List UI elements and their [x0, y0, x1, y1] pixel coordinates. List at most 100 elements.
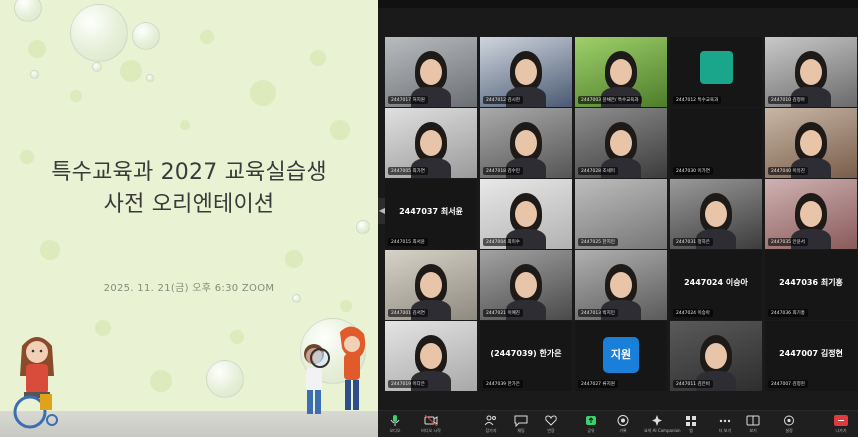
- decor-dot: [285, 250, 303, 268]
- participant-face: [610, 272, 632, 298]
- profile-avatar: [700, 51, 733, 84]
- video-tile[interactable]: 2447012 김시현: [480, 37, 572, 107]
- toolbar-button[interactable]: 설정: [776, 413, 802, 436]
- toolbar-button[interactable]: 오디오: [382, 413, 408, 436]
- decor-dot: [180, 120, 190, 130]
- toolbar-button[interactable]: 보기: [740, 413, 766, 436]
- participant-face: [800, 130, 822, 156]
- slide-title: 특수교육과 2027 교육실습생 사전 오리엔테이션: [0, 157, 378, 221]
- participant-display-name: 2447007 김정현: [779, 349, 843, 358]
- video-tile[interactable]: 2447018 김수민: [480, 108, 572, 178]
- participant-nameplate: 2447007 김정현: [768, 380, 808, 388]
- participant-nameplate: 2447028 조세미: [578, 167, 618, 175]
- toolbar-button[interactable]: 요약 AI Companion: [644, 413, 681, 436]
- video-tile[interactable]: 2447025 한지민: [575, 179, 667, 249]
- participant-face: [515, 59, 537, 85]
- participant-face: [705, 343, 727, 369]
- video-tile[interactable]: 2447010 김정아: [765, 37, 857, 107]
- video-tile[interactable]: 2447003 윤채은/ 특수교육과: [575, 37, 667, 107]
- leave-icon: [834, 415, 848, 426]
- video-tile[interactable]: 2447004 최미수: [480, 179, 572, 249]
- toolbar-button[interactable]: 채팅: [508, 413, 534, 436]
- video-tile[interactable]: 2447011 김은비: [670, 321, 762, 391]
- participant-face: [420, 130, 442, 156]
- video-tile[interactable]: 2447031 정하은: [670, 179, 762, 249]
- apps-icon: [686, 416, 696, 426]
- video-tile[interactable]: 지원 2447027 류지원: [575, 321, 667, 391]
- video-tile[interactable]: 2447037 최서윤 2447015 최서윤: [385, 179, 477, 249]
- water-bubble: [30, 70, 39, 79]
- water-bubble: [132, 22, 160, 50]
- video-tile[interactable]: 2447019 이다은: [385, 321, 477, 391]
- reaction-icon: [545, 415, 557, 426]
- decor-dot: [340, 300, 352, 312]
- decor-dot: [310, 50, 326, 66]
- decor-dot: [330, 120, 350, 140]
- participant-nameplate: 2447035 안윤서: [768, 238, 808, 246]
- video-tile[interactable]: 2447007 김정현 2447007 김정현: [765, 321, 857, 391]
- video-tile[interactable]: 2447001 김서연: [385, 250, 477, 320]
- video-tile[interactable]: 2447030 이가연: [670, 108, 762, 178]
- profile-avatar: 지원: [603, 337, 639, 373]
- participant-nameplate: 2447012 김시현: [483, 96, 523, 104]
- toolbar-button-label: 나가기: [835, 428, 847, 433]
- video-tile[interactable]: 2447036 최기홍 2447036 최기홍: [765, 250, 857, 320]
- video-tile[interactable]: 2447021 이예진: [480, 250, 572, 320]
- video-tile[interactable]: 2447012 특수교육과: [670, 37, 762, 107]
- participant-face: [705, 201, 727, 227]
- video-tile[interactable]: 2447035 안윤서: [765, 179, 857, 249]
- toolbar-button[interactable]: 기록: [610, 413, 636, 436]
- participant-face: [800, 59, 822, 85]
- toolbar-button-label: 공유: [587, 428, 595, 433]
- toolbar-button[interactable]: 참가자: [478, 413, 504, 436]
- toolbar-button[interactable]: 반응: [538, 413, 564, 436]
- decor-dot: [230, 330, 244, 344]
- participant-nameplate: 2447015 최서윤: [388, 238, 428, 246]
- participant-nameplate: 2447005 최가연: [388, 167, 428, 175]
- decor-dot: [150, 370, 172, 392]
- participant-nameplate: 2447011 김은비: [673, 380, 713, 388]
- presentation-slide: 특수교육과 2027 교육실습생 사전 오리엔테이션 2025. 11. 21(…: [0, 0, 378, 437]
- toolbar-button[interactable]: 더 보기: [712, 413, 738, 436]
- meeting-toolbar: 오디오 비디오 시작 참가자 채팅 반응 공유 기록 요약 AI Companion 앱 더 보기…: [378, 410, 858, 437]
- video-tile[interactable]: 2447024 이승아 2447024 이승아: [670, 250, 762, 320]
- video-tile[interactable]: (2447039) 한가은 2447039 한가은: [480, 321, 572, 391]
- toolbar-button-label: 비디오 시작: [421, 428, 441, 433]
- toolbar-button-label: 오디오: [389, 428, 401, 433]
- participant-face: [420, 59, 442, 85]
- decor-dot: [40, 240, 60, 260]
- video-tile[interactable]: 2447028 조세미: [575, 108, 667, 178]
- toolbar-button-label: 더 보기: [718, 428, 732, 433]
- participant-display-name: 2447037 최서윤: [399, 207, 463, 216]
- video-tile[interactable]: 2447005 최가연: [385, 108, 477, 178]
- toolbar-button-label: 기록: [619, 428, 627, 433]
- video-tile[interactable]: 2447017 허지원: [385, 37, 477, 107]
- toolbar-button[interactable]: 앱: [678, 413, 704, 436]
- decor-dot: [200, 30, 214, 44]
- participant-face: [515, 201, 537, 227]
- toolbar-button-label: 반응: [547, 428, 555, 433]
- decor-dot: [95, 320, 111, 336]
- participant-nameplate: 2447012 특수교육과: [673, 96, 722, 104]
- video-tile[interactable]: 2447040 이유진: [765, 108, 857, 178]
- chat-icon: [514, 415, 528, 427]
- participant-face: [610, 59, 632, 85]
- participants-icon: [484, 415, 496, 426]
- participant-nameplate: 2447030 이가연: [673, 167, 713, 175]
- water-bubble: [292, 294, 301, 303]
- participant-nameplate: 2447001 김서연: [388, 309, 428, 317]
- participant-nameplate: 2447025 한지민: [578, 238, 618, 246]
- participant-face: [515, 272, 537, 298]
- slide-subtitle: 2025. 11. 21(금) 오후 6:30 ZOOM: [103, 283, 275, 294]
- toolbar-button[interactable]: 비디오 시작: [418, 413, 444, 436]
- participant-nameplate: 2447004 최미수: [483, 238, 523, 246]
- water-bubble: [92, 62, 102, 72]
- video-tile[interactable]: 2447013 박지민: [575, 250, 667, 320]
- record-icon: [617, 415, 629, 426]
- participant-nameplate: 2447021 이예진: [483, 309, 523, 317]
- children-illustration: [304, 326, 366, 414]
- more-icon: [719, 419, 731, 423]
- toolbar-button[interactable]: 나가기: [828, 413, 854, 436]
- toolbar-button[interactable]: 공유: [578, 413, 604, 436]
- participant-face: [800, 201, 822, 227]
